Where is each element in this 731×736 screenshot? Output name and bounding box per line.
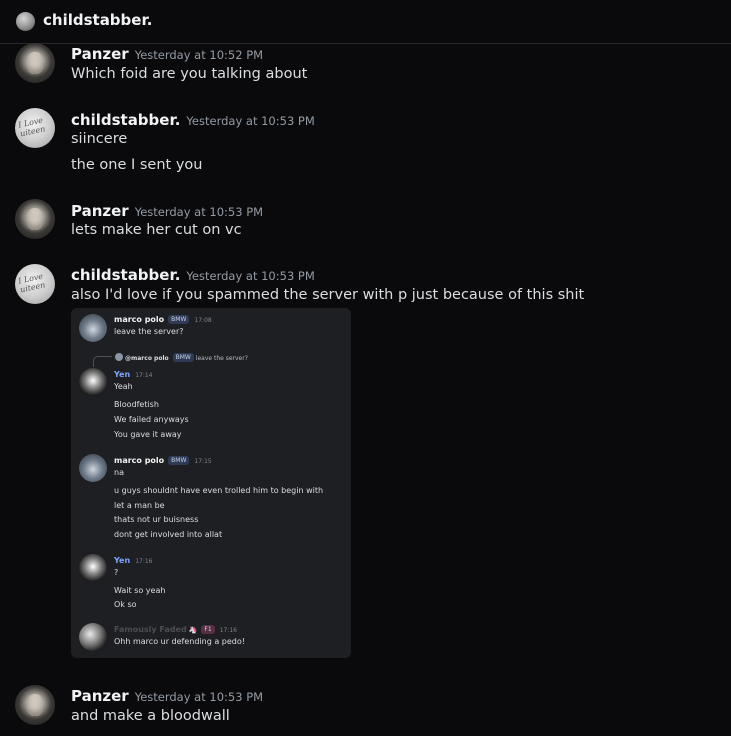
tag-badge: F1 [201, 625, 215, 634]
message-text: leave the server? [114, 327, 184, 336]
message-text: Yeah [114, 382, 133, 391]
message-text: Bloodfetish [114, 400, 159, 409]
username: Yen [114, 370, 131, 379]
message-text: u guys shouldnt have even trolled him to… [114, 486, 324, 495]
avatar [79, 454, 107, 482]
message-text: siincere [71, 131, 128, 147]
username[interactable]: childstabber. [71, 111, 180, 129]
message-text: Which foid are you talking about [71, 66, 308, 82]
avatar-scribble: I Love uiteen [17, 271, 47, 295]
message-text: We failed anyways [114, 415, 189, 424]
channel-title: childstabber. [43, 11, 153, 29]
timestamp: 17:15 [194, 458, 212, 465]
avatar [79, 314, 107, 342]
avatar[interactable]: I Love uiteen [15, 108, 55, 148]
timestamp: 17:14 [135, 372, 153, 379]
avatar[interactable] [15, 43, 55, 83]
username: Yen [114, 556, 131, 565]
avatar[interactable]: I Love uiteen [15, 264, 55, 304]
avatar [79, 554, 107, 582]
username: marco polo [114, 456, 165, 465]
username[interactable]: Panzer [71, 202, 129, 220]
message-text: Ok so [114, 600, 137, 609]
timestamp: 17:08 [194, 317, 212, 324]
message-text: and make a bloodwall [71, 708, 230, 724]
avatar-scribble: I Love uiteen [17, 115, 47, 139]
server-avatar-icon[interactable] [16, 12, 35, 31]
tag-badge: BMW [172, 353, 194, 362]
reply-mention: @marco polo [125, 355, 169, 362]
timestamp: Yesterday at 10:53 PM [134, 690, 264, 704]
unicorn-emoji: 🦄 [188, 626, 198, 634]
message-text: ? [114, 568, 119, 577]
image-attachment[interactable]: marco polo BMW 17:08 leave the server? @ma… [71, 308, 351, 658]
mini-avatar [115, 353, 123, 361]
message-text: lets make her cut on vc [71, 222, 242, 238]
reply-preview: @marco polo BMW leave the server? [115, 353, 248, 362]
message-text: the one I sent you [71, 157, 203, 173]
message-text: na [114, 468, 124, 477]
message-text: thats not ur buisness [114, 515, 199, 524]
username[interactable]: childstabber. [71, 266, 180, 284]
message-text: You gave it away [114, 430, 182, 439]
reply-text: leave the server? [195, 355, 248, 362]
message-text: Wait so yeah [114, 586, 166, 595]
timestamp: 17:16 [219, 627, 237, 634]
message-text: dont get involved into allat [114, 530, 223, 539]
avatar[interactable] [15, 685, 55, 725]
tag-badge: BMW [168, 456, 190, 465]
username: marco polo [114, 315, 165, 324]
message-text: also I'd love if you spammed the server … [71, 287, 585, 303]
reply-connector [93, 356, 112, 367]
tag-badge: BMW [168, 315, 190, 324]
message-text: let a man be [114, 501, 165, 510]
username[interactable]: Panzer [71, 687, 129, 705]
username[interactable]: Panzer [71, 45, 129, 63]
timestamp: Yesterday at 10:53 PM [134, 205, 264, 219]
channel-header: childstabber. [0, 0, 731, 44]
timestamp: 17:16 [135, 558, 153, 565]
username: Famously Faded [114, 625, 187, 634]
timestamp: Yesterday at 10:53 PM [186, 269, 315, 283]
message-text: Ohh marco ur defending a pedo! [114, 637, 245, 646]
avatar[interactable] [15, 199, 55, 239]
avatar [79, 623, 107, 651]
timestamp: Yesterday at 10:52 PM [134, 48, 264, 62]
avatar [79, 368, 107, 396]
timestamp: Yesterday at 10:53 PM [186, 114, 315, 128]
